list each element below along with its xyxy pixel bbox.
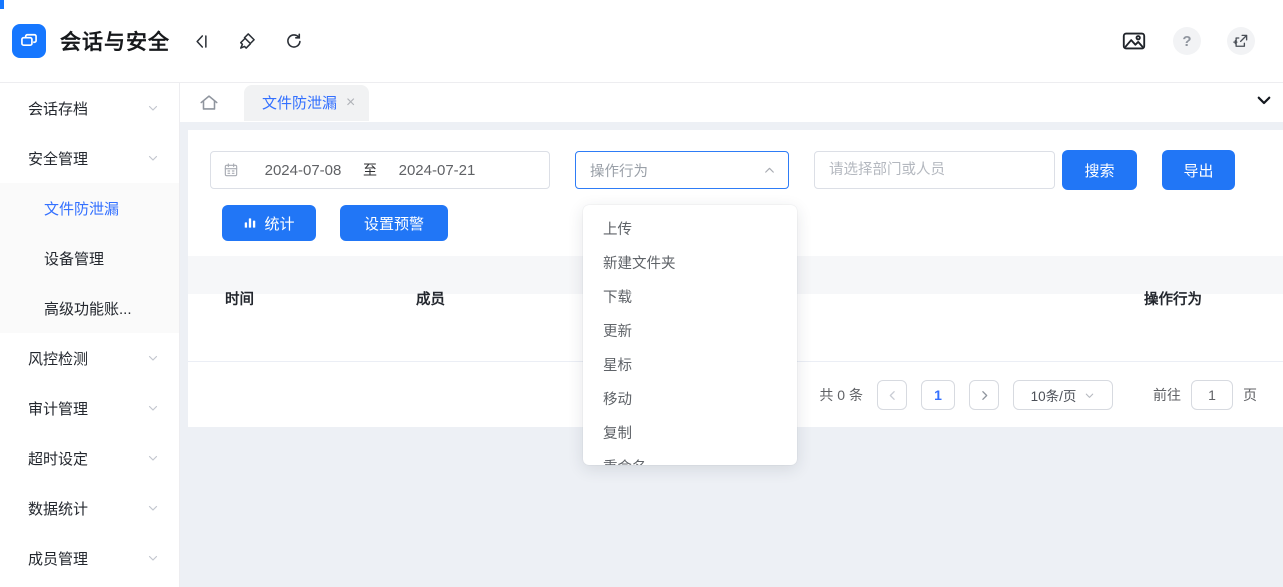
gallery-icon[interactable] [1121,28,1147,54]
dropdown-option-rename[interactable]: 重命名 [583,451,797,465]
sidebar-item-label: 成员管理 [28,548,147,569]
column-header-action: 操作行为 [1048,288,1283,309]
bar-chart-icon [243,216,257,230]
chevron-down-icon [147,452,159,464]
chevron-down-icon [147,152,159,164]
header-right-actions: ? [1121,27,1255,55]
chevron-down-icon [147,352,159,364]
member-select-input[interactable] [814,151,1055,189]
sidebar: 会话存档 安全管理 文件防泄漏 设备管理 高级功能账... 风控检测 [0,83,180,587]
action-type-dropdown: 上传 新建文件夹 下载 更新 星标 移动 复制 重命名 [583,205,797,465]
help-glyph: ? [1182,33,1191,50]
dropdown-option-new-folder[interactable]: 新建文件夹 [583,247,797,281]
dropdown-option-move[interactable]: 移动 [583,383,797,417]
sidebar-item-label: 风控检测 [28,348,147,369]
app-header: 会话与安全 ? [0,0,1283,83]
app-logo [12,24,46,58]
page-size-value: 10条/页 [1031,385,1077,405]
chevron-up-icon [763,164,776,177]
clear-brush-icon[interactable] [234,28,260,54]
sidebar-item-label: 设备管理 [44,248,104,269]
stats-button-label: 统计 [264,213,294,234]
goto-page-group: 前往 页 [1153,380,1257,410]
sidebar-item-label: 数据统计 [28,498,147,519]
page-size-select[interactable]: 10条/页 [1013,380,1113,410]
dropdown-option-upload[interactable]: 上传 [583,213,797,247]
current-page-button[interactable]: 1 [921,380,955,410]
sidebar-item-security-mgmt[interactable]: 安全管理 [0,133,179,183]
sidebar-item-label: 文件防泄漏 [44,198,119,219]
close-icon[interactable]: × [346,94,355,112]
date-start-input[interactable] [249,162,357,179]
exit-app-icon[interactable] [1227,27,1255,55]
tabs-chevron-down-icon[interactable] [1255,91,1273,109]
tab-label: 文件防泄漏 [262,92,337,113]
sidebar-item-label: 高级功能账... [44,298,132,319]
sidebar-item-label: 会话存档 [28,98,147,119]
dropdown-option-download[interactable]: 下载 [583,281,797,315]
date-end-input[interactable] [383,162,491,179]
calendar-icon [223,162,239,178]
sidebar-item-audit-mgmt[interactable]: 审计管理 [0,383,179,433]
chevron-down-icon [147,552,159,564]
total-count-label: 共 0 条 [819,385,863,405]
dropdown-option-update[interactable]: 更新 [583,315,797,349]
sidebar-item-risk-detect[interactable]: 风控检测 [0,333,179,383]
sidebar-item-file-dlp[interactable]: 文件防泄漏 [0,183,179,233]
home-icon[interactable] [198,92,220,114]
content-area: 至 操作行为 搜索 导出 [180,122,1283,587]
sidebar-item-label: 超时设定 [28,448,147,469]
sidebar-item-member-mgmt[interactable]: 成员管理 [0,533,179,583]
goto-page-input[interactable] [1191,380,1233,410]
sidebar-item-timeout[interactable]: 超时设定 [0,433,179,483]
sidebar-item-device-mgmt[interactable]: 设备管理 [0,233,179,283]
prev-page-button[interactable] [877,380,907,410]
refresh-icon[interactable] [280,28,306,54]
sidebar-item-label: 安全管理 [28,148,147,169]
sidebar-item-label: 审计管理 [28,398,147,419]
date-to-label: 至 [357,160,383,180]
chevron-down-icon [147,502,159,514]
sidebar-item-data-stats[interactable]: 数据统计 [0,483,179,533]
chevron-down-icon [147,402,159,414]
dropdown-option-copy[interactable]: 复制 [583,417,797,451]
date-range-picker[interactable]: 至 [210,151,550,189]
goto-label: 前往 [1153,385,1181,405]
current-page-number: 1 [934,387,942,403]
chat-logo-icon [19,31,39,51]
tab-file-dlp[interactable]: 文件防泄漏 × [244,85,369,121]
next-page-button[interactable] [969,380,999,410]
action-type-select[interactable]: 操作行为 [575,151,789,189]
collapse-sidebar-icon[interactable] [188,28,214,54]
sidebar-item-advanced-account[interactable]: 高级功能账... [0,283,179,333]
sidebar-item-session-archive[interactable]: 会话存档 [0,83,179,133]
tab-bar: 文件防泄漏 × [180,83,1283,122]
dropdown-option-star[interactable]: 星标 [583,349,797,383]
search-button[interactable]: 搜索 [1062,150,1137,190]
dropdown-option-list: 上传 新建文件夹 下载 更新 星标 移动 复制 重命名 [583,205,797,465]
action-select-placeholder: 操作行为 [590,160,648,181]
set-alert-button[interactable]: 设置预警 [340,205,448,241]
security-submenu: 文件防泄漏 设备管理 高级功能账... [0,183,179,333]
corner-accent [0,0,4,9]
column-header-time: 时间 [188,288,388,309]
chevron-down-icon [1084,390,1095,401]
help-icon[interactable]: ? [1173,27,1201,55]
page-title: 会话与安全 [60,26,170,56]
page-unit-label: 页 [1243,385,1257,405]
filter-row: 至 操作行为 搜索 导出 [188,130,1283,190]
stats-button[interactable]: 统计 [222,205,316,241]
export-button[interactable]: 导出 [1162,150,1235,190]
chevron-down-icon [147,102,159,114]
